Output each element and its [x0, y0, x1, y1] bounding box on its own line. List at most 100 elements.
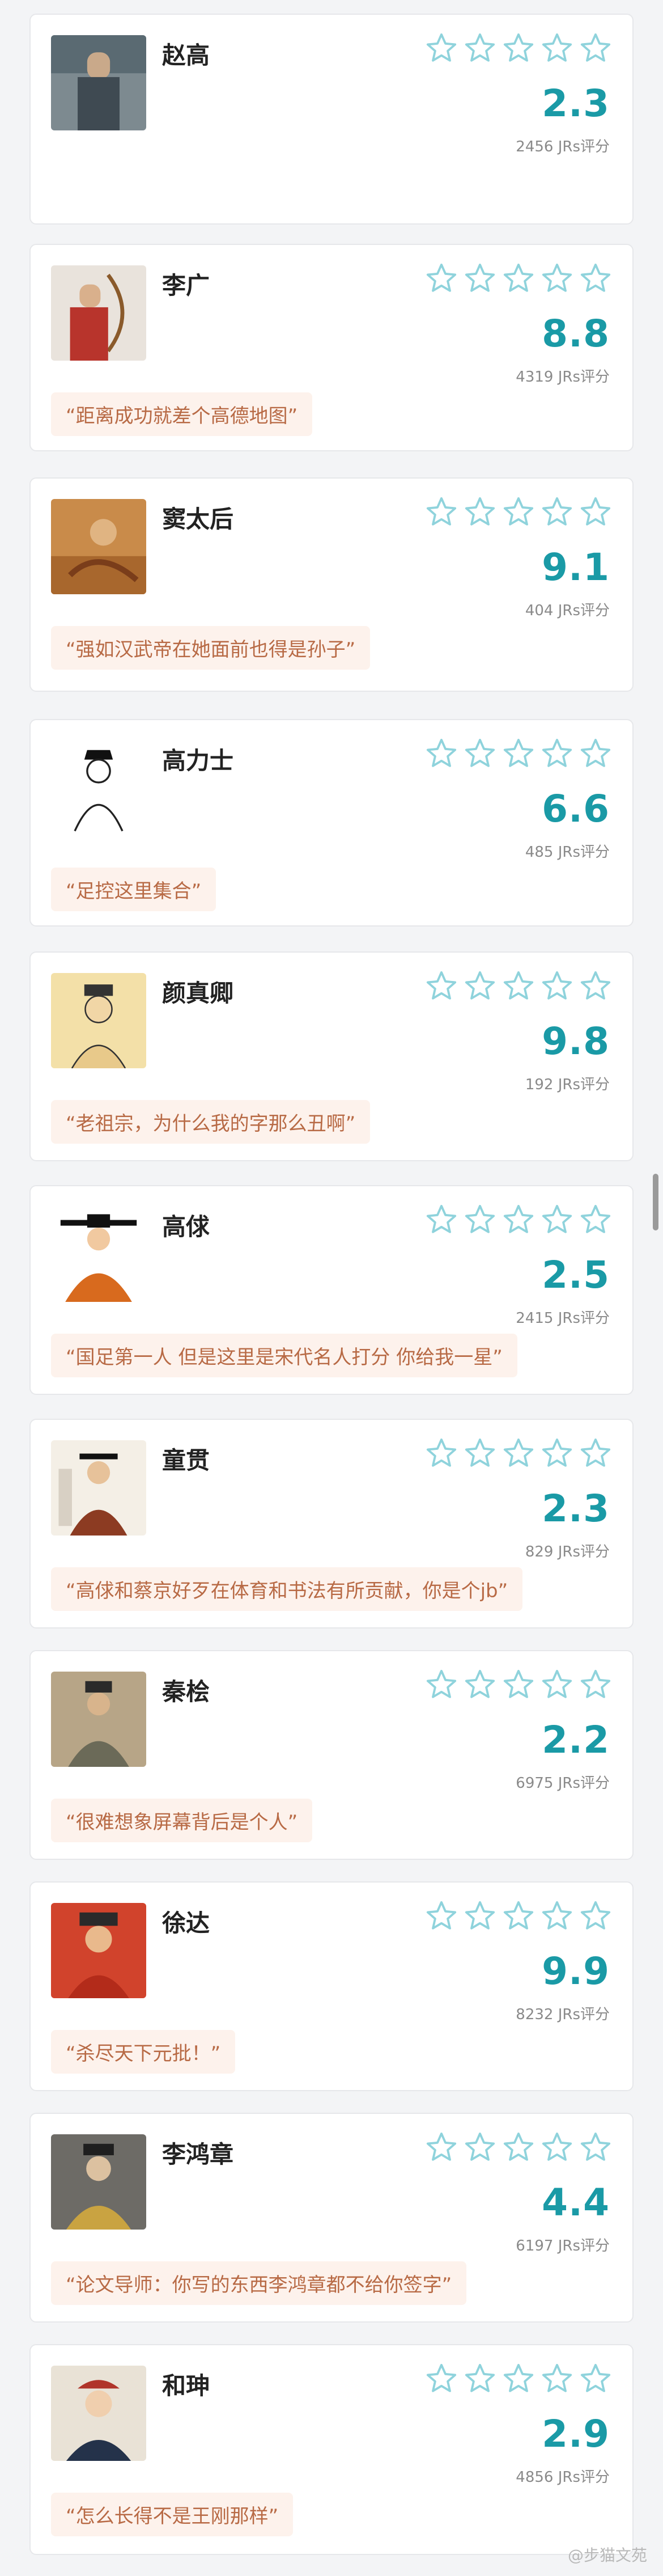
- star-icon[interactable]: [579, 2131, 612, 2164]
- rating-card[interactable]: 李鸿章 4.4 6197 JRs评分 “论文导师：你写的东西李鸿章都不给你签字”: [29, 2113, 634, 2323]
- top-comment[interactable]: “强如汉武帝在她面前也得是孙子”: [51, 626, 371, 670]
- star-rating[interactable]: [425, 1900, 612, 1932]
- top-comment[interactable]: “怎么长得不是王刚那样”: [51, 2493, 294, 2536]
- star-icon[interactable]: [541, 32, 573, 65]
- star-rating[interactable]: [425, 1203, 612, 1236]
- star-icon[interactable]: [464, 262, 496, 295]
- avatar: [51, 741, 146, 836]
- star-icon[interactable]: [541, 737, 573, 770]
- star-icon[interactable]: [425, 2131, 458, 2164]
- rating-card[interactable]: 李广 8.8 4319 JRs评分 “距离成功就差个高德地图”: [29, 244, 634, 451]
- star-icon[interactable]: [502, 496, 535, 528]
- star-icon[interactable]: [579, 737, 612, 770]
- person-name: 徐达: [162, 1909, 210, 1937]
- rating-card[interactable]: 秦桧 2.2 6975 JRs评分 “很难想象屏幕背后是个人”: [29, 1650, 634, 1860]
- rating-card[interactable]: 和珅 2.9 4856 JRs评分 “怎么长得不是王刚那样”: [29, 2344, 634, 2555]
- star-icon[interactable]: [425, 496, 458, 528]
- star-icon[interactable]: [541, 2131, 573, 2164]
- rating-card[interactable]: 高俅 2.5 2415 JRs评分 “国足第一人 但是这里是宋代名人打分 你给我…: [29, 1185, 634, 1395]
- star-icon[interactable]: [579, 1203, 612, 1236]
- top-comment[interactable]: “足控这里集合”: [51, 868, 216, 911]
- star-icon[interactable]: [541, 262, 573, 295]
- star-icon[interactable]: [541, 2362, 573, 2395]
- top-comment[interactable]: “距离成功就差个高德地图”: [51, 392, 313, 436]
- star-icon[interactable]: [502, 32, 535, 65]
- top-comment[interactable]: “杀尽天下元批！”: [51, 2030, 236, 2074]
- top-comment[interactable]: “很难想象屏幕背后是个人”: [51, 1799, 313, 1842]
- star-rating[interactable]: [425, 262, 612, 295]
- star-icon[interactable]: [541, 1668, 573, 1701]
- star-icon[interactable]: [502, 2362, 535, 2395]
- star-rating[interactable]: [425, 1437, 612, 1470]
- star-icon[interactable]: [502, 1203, 535, 1236]
- rating-card[interactable]: 徐达 9.9 8232 JRs评分 “杀尽天下元批！”: [29, 1881, 634, 2091]
- star-icon[interactable]: [464, 737, 496, 770]
- star-icon[interactable]: [464, 496, 496, 528]
- avatar: [51, 1207, 146, 1302]
- star-icon[interactable]: [541, 1900, 573, 1932]
- star-icon[interactable]: [502, 2131, 535, 2164]
- star-rating[interactable]: [425, 737, 612, 770]
- star-icon[interactable]: [425, 970, 458, 1003]
- top-comment[interactable]: “高俅和蔡京好歹在体育和书法有所贡献，你是个jb”: [51, 1567, 523, 1611]
- top-comment[interactable]: “国足第一人 但是这里是宋代名人打分 你给我一星”: [51, 1334, 517, 1377]
- star-rating[interactable]: [425, 2362, 612, 2395]
- top-comment[interactable]: “论文导师：你写的东西李鸿章都不给你签字”: [51, 2261, 467, 2305]
- scrollbar[interactable]: [653, 1174, 658, 1230]
- star-rating[interactable]: [425, 970, 612, 1003]
- star-icon[interactable]: [425, 737, 458, 770]
- star-icon[interactable]: [464, 970, 496, 1003]
- rating-card[interactable]: 童贯 2.3 829 JRs评分 “高俅和蔡京好歹在体育和书法有所贡献，你是个j…: [29, 1419, 634, 1628]
- star-icon[interactable]: [425, 1900, 458, 1932]
- star-icon[interactable]: [541, 1203, 573, 1236]
- star-icon[interactable]: [425, 1668, 458, 1701]
- star-icon[interactable]: [502, 1900, 535, 1932]
- star-icon[interactable]: [579, 1437, 612, 1470]
- person-name: 高力士: [162, 747, 234, 775]
- person-name: 秦桧: [162, 1678, 210, 1706]
- star-rating[interactable]: [425, 496, 612, 528]
- star-rating[interactable]: [425, 2131, 612, 2164]
- star-icon[interactable]: [579, 1900, 612, 1932]
- star-icon[interactable]: [464, 1668, 496, 1701]
- star-icon[interactable]: [502, 262, 535, 295]
- avatar: [51, 1672, 146, 1767]
- star-rating[interactable]: [425, 32, 612, 65]
- star-icon[interactable]: [579, 496, 612, 528]
- star-icon[interactable]: [579, 970, 612, 1003]
- star-icon[interactable]: [464, 32, 496, 65]
- avatar: [51, 973, 146, 1068]
- star-icon[interactable]: [464, 2131, 496, 2164]
- person-name: 赵高: [162, 41, 210, 69]
- average-score: 8.8: [542, 312, 610, 356]
- star-icon[interactable]: [502, 970, 535, 1003]
- star-icon[interactable]: [502, 1668, 535, 1701]
- star-icon[interactable]: [464, 1203, 496, 1236]
- star-icon[interactable]: [579, 1668, 612, 1701]
- star-icon[interactable]: [502, 737, 535, 770]
- star-icon[interactable]: [579, 32, 612, 65]
- star-icon[interactable]: [425, 32, 458, 65]
- rating-count: 404 JRs评分: [525, 602, 610, 619]
- star-icon[interactable]: [425, 2362, 458, 2395]
- average-score: 2.5: [542, 1253, 610, 1297]
- star-icon[interactable]: [425, 1203, 458, 1236]
- rating-list: 赵高 2.3 2456 JRs评分 李广 8.8 4319 JRs评分 “距离成…: [0, 0, 663, 2576]
- star-icon[interactable]: [464, 2362, 496, 2395]
- star-icon[interactable]: [541, 496, 573, 528]
- star-icon[interactable]: [502, 1437, 535, 1470]
- rating-card[interactable]: 高力士 6.6 485 JRs评分 “足控这里集合”: [29, 719, 634, 927]
- star-icon[interactable]: [541, 1437, 573, 1470]
- star-icon[interactable]: [541, 970, 573, 1003]
- star-icon[interactable]: [425, 262, 458, 295]
- rating-card[interactable]: 颜真卿 9.8 192 JRs评分 “老祖宗，为什么我的字那么丑啊”: [29, 951, 634, 1161]
- rating-card[interactable]: 窦太后 9.1 404 JRs评分 “强如汉武帝在她面前也得是孙子”: [29, 477, 634, 692]
- star-icon[interactable]: [579, 2362, 612, 2395]
- rating-card[interactable]: 赵高 2.3 2456 JRs评分: [29, 14, 634, 225]
- top-comment[interactable]: “老祖宗，为什么我的字那么丑啊”: [51, 1100, 371, 1144]
- star-icon[interactable]: [464, 1900, 496, 1932]
- star-rating[interactable]: [425, 1668, 612, 1701]
- star-icon[interactable]: [464, 1437, 496, 1470]
- star-icon[interactable]: [579, 262, 612, 295]
- star-icon[interactable]: [425, 1437, 458, 1470]
